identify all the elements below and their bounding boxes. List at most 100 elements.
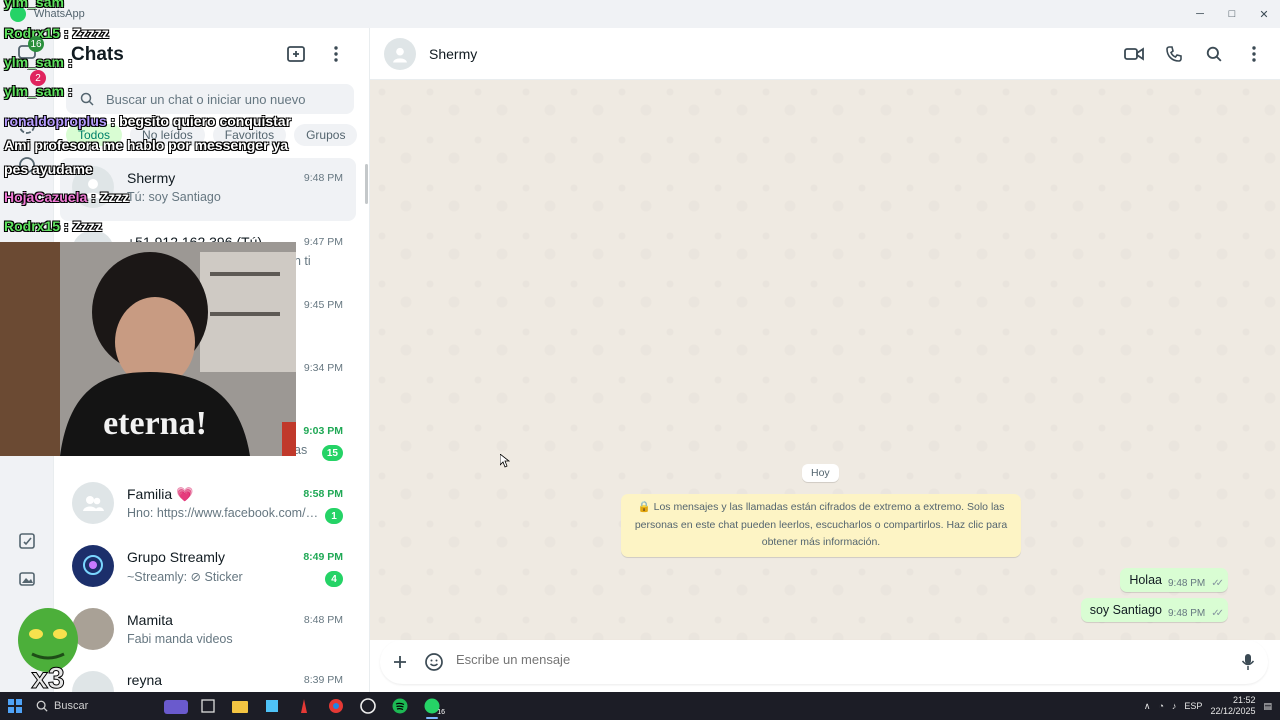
clock-time: 21:52: [1232, 695, 1256, 705]
chat-name: Familia 💗: [127, 486, 194, 502]
keyboard-language[interactable]: ESP: [1184, 701, 1202, 711]
chat-time: 9:47 PM: [303, 236, 343, 248]
app-icon[interactable]: [288, 692, 320, 720]
read-receipt-icon: ✓✓: [1211, 577, 1224, 589]
message-text: Holaa: [1129, 573, 1162, 587]
chat-name: Mamita: [127, 612, 173, 628]
date-separator: Hoy: [802, 464, 839, 482]
maximize-icon[interactable]: □: [1216, 0, 1248, 28]
stream-chat-line: ylm_sam: [4, 0, 64, 10]
task-view-icon[interactable]: [192, 692, 224, 720]
stream-chat-line: HojaCazuela : Zzzz: [4, 189, 130, 205]
outgoing-message[interactable]: soy Santiago 9:48 PM ✓✓: [1080, 598, 1228, 622]
chat-preview: Tú: soy Santiago: [127, 190, 221, 204]
video-call-icon[interactable]: [1122, 42, 1146, 66]
chat-name: reyna: [127, 672, 163, 688]
minimize-icon[interactable]: ─: [1184, 0, 1216, 28]
taskbar-search-label: Buscar: [54, 700, 89, 712]
mouse-cursor-icon: [500, 454, 510, 468]
stream-chat-line: ronaldoproplus : begsito quiero conquist…: [4, 113, 292, 129]
message-input[interactable]: [456, 652, 1156, 667]
search-icon: [80, 92, 94, 109]
search-placeholder: Buscar un chat o iniciar uno nuevo: [106, 91, 306, 107]
file-explorer-icon[interactable]: [224, 692, 256, 720]
menu-kebab-icon[interactable]: [324, 42, 348, 66]
clock-date: 22/12/2025: [1210, 706, 1256, 716]
unread-badge: 1: [325, 508, 343, 524]
tray-volume-icon[interactable]: ♪: [1172, 701, 1177, 711]
message-text: soy Santiago: [1089, 603, 1162, 617]
chat-name: Grupo Streamly: [127, 549, 226, 565]
filter-chip-grupos[interactable]: Grupos: [294, 124, 358, 146]
chat-time: 8:48 PM: [303, 614, 343, 626]
chrome-icon[interactable]: [320, 692, 352, 720]
unread-badge: 4: [325, 571, 343, 587]
stream-chat-line: pes ayudame: [4, 161, 93, 177]
tray-chevron-icon[interactable]: ∧: [1144, 701, 1151, 712]
stream-chat-line: ylm_sam :: [4, 83, 73, 99]
chat-row-mamita[interactable]: Mamita Fabi manda videos 8:48 PM: [54, 600, 370, 663]
new-chat-icon[interactable]: [284, 42, 308, 66]
window-controls: ─ □ ✕: [1184, 0, 1280, 28]
widgets-icon[interactable]: [160, 692, 192, 720]
microphone-icon[interactable]: [1236, 650, 1260, 674]
search-icon: [36, 700, 48, 712]
chat-time: 8:58 PM: [303, 488, 343, 500]
windows-taskbar: Buscar 16 ∧ ◔ ♪ ESP 21:52 22/12/2025 ▤: [0, 692, 1280, 720]
outgoing-message[interactable]: Holaa 9:48 PM ✓✓: [1120, 568, 1228, 592]
obs-icon[interactable]: [352, 692, 384, 720]
notifications-icon[interactable]: ▤: [1263, 701, 1272, 712]
chat-preview: Hno: https://www.facebook.com/sh...: [127, 506, 323, 520]
stream-chat-line: Rodrx15 : Zzzzz: [4, 25, 110, 41]
conversation-actions: [1122, 42, 1266, 66]
media-gallery-icon[interactable]: [14, 566, 40, 592]
whatsapp-taskbar-badge: 16: [437, 709, 445, 716]
app-icon[interactable]: [256, 692, 288, 720]
chat-row-grupo-streamly[interactable]: Grupo Streamly ~Streamly: ⊘ Sticker 8:49…: [54, 537, 370, 600]
conversation-panel: Shermy Hoy 🔒 Los mensajes y las llamadas…: [370, 28, 1280, 692]
message-time: 9:48 PM: [1167, 577, 1206, 589]
chat-time: 9:34 PM: [303, 362, 343, 374]
unread-badge: 15: [321, 445, 343, 461]
streamly-logo-avatar: [72, 545, 114, 587]
chats-unread-badge: 16: [28, 36, 44, 52]
close-icon[interactable]: ✕: [1248, 0, 1280, 28]
chat-time: 8:49 PM: [303, 551, 343, 563]
tray-wifi-icon[interactable]: ◔: [1158, 701, 1163, 711]
stream-chat-line: ylm_sam :: [4, 54, 73, 70]
search-in-chat-icon[interactable]: [1202, 42, 1226, 66]
chat-row-familia[interactable]: Familia 💗 Hno: https://www.facebook.com/…: [54, 474, 370, 537]
starred-messages-icon[interactable]: [14, 528, 40, 554]
webcam-overlay: eterna!: [0, 242, 296, 456]
message-time: 9:48 PM: [1167, 607, 1206, 619]
chat-name: Shermy: [127, 170, 176, 186]
windows-start-icon[interactable]: [0, 692, 30, 720]
contact-name[interactable]: Shermy: [429, 46, 477, 62]
spotify-icon[interactable]: [384, 692, 416, 720]
encryption-notice[interactable]: 🔒 Los mensajes y las llamadas están cifr…: [621, 494, 1021, 557]
chat-preview: Fabi manda videos: [127, 632, 233, 646]
conversation-header[interactable]: Shermy: [370, 28, 1280, 80]
stream-chat-line: Rodrx15 : Zzzz: [4, 218, 103, 234]
taskbar-clock[interactable]: 21:52 22/12/2025: [1210, 695, 1255, 717]
system-tray: ∧ ◔ ♪ ESP 21:52 22/12/2025 ▤: [1144, 692, 1280, 720]
chat-row-reyna[interactable]: reyna 8:39 PM: [54, 663, 370, 693]
whatsapp-taskbar-icon[interactable]: 16: [416, 692, 448, 720]
svg-text:x3: x3: [31, 662, 64, 692]
emoji-sticker-icon[interactable]: [422, 650, 446, 674]
voice-call-icon[interactable]: [1162, 42, 1186, 66]
attach-plus-icon[interactable]: [388, 650, 412, 674]
chat-list-scrollbar[interactable]: [365, 164, 368, 204]
chat-time: 9:45 PM: [303, 299, 343, 311]
chat-search-bar[interactable]: Buscar un chat o iniciar uno nuevo: [66, 84, 354, 114]
window-title-bar: WhatsApp ─ □ ✕: [0, 0, 1280, 28]
streamer-camera-feed: eterna!: [0, 242, 296, 456]
read-receipt-icon: ✓✓: [1211, 607, 1224, 619]
message-composer: [380, 640, 1268, 684]
chat-time: 8:39 PM: [303, 674, 343, 686]
conversation-menu-icon[interactable]: [1242, 42, 1266, 66]
taskbar-search[interactable]: Buscar: [30, 692, 160, 720]
goblin-sticker-overlay: x3: [8, 602, 88, 696]
contact-avatar-icon[interactable]: [384, 38, 416, 70]
chat-time: 9:03 PM: [303, 425, 343, 437]
